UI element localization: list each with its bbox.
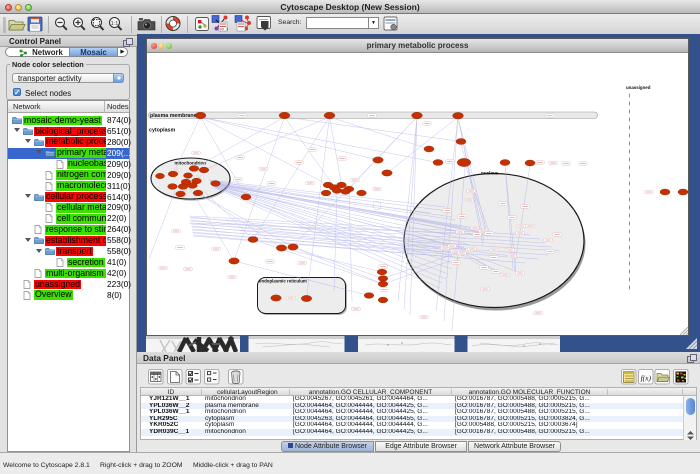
svg-text:nucleus: nucleus bbox=[481, 171, 499, 176]
svg-text:endoplasmic reticulum: endoplasmic reticulum bbox=[259, 279, 307, 284]
svg-text:f(x): f(x) bbox=[641, 373, 652, 382]
svg-text:1:1: 1:1 bbox=[111, 21, 119, 27]
svg-text:plasma membrane: plasma membrane bbox=[150, 113, 197, 119]
svg-text:cytoplasm: cytoplasm bbox=[149, 128, 175, 134]
svg-text:unassigned: unassigned bbox=[626, 85, 651, 90]
